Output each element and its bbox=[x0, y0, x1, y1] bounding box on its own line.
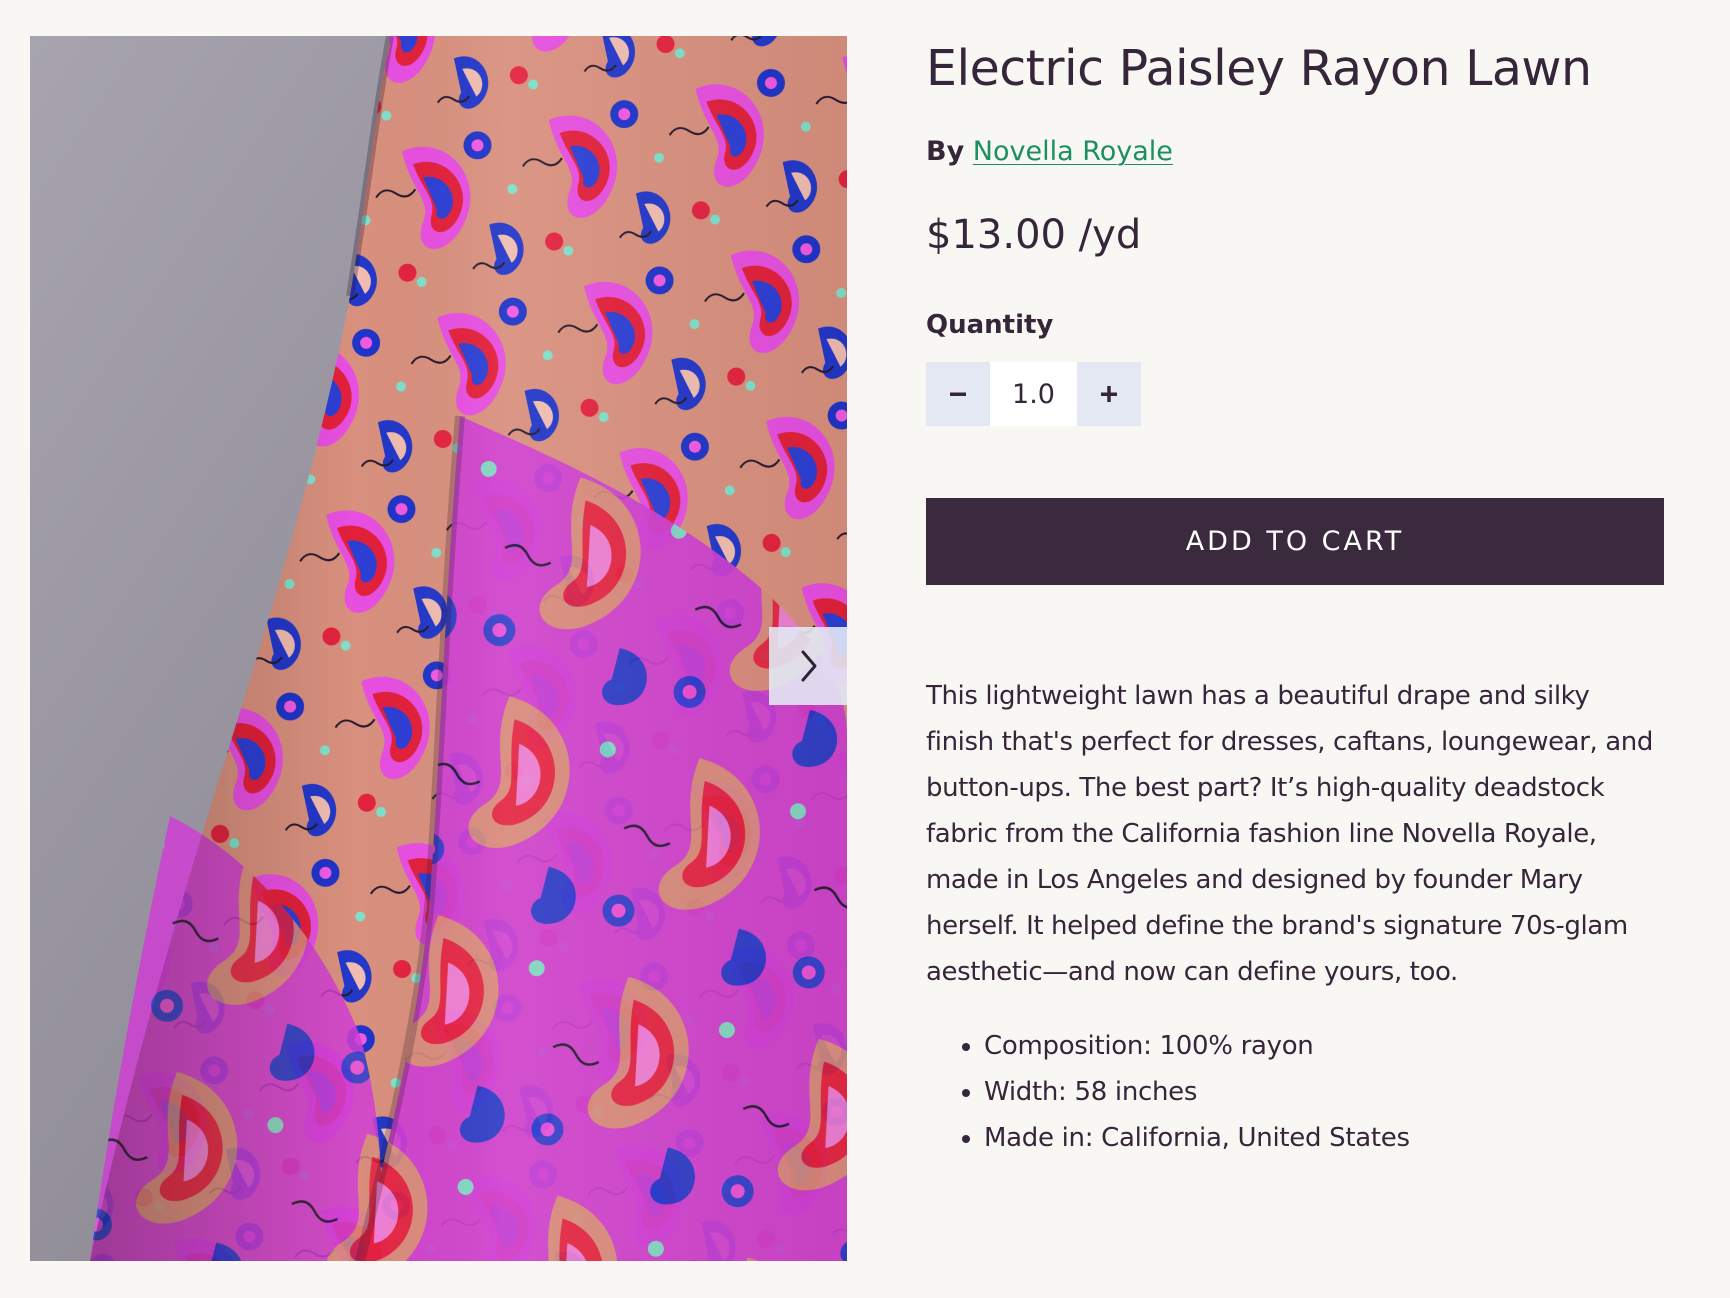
brand-byline: By Novella Royale bbox=[926, 134, 1664, 170]
product-price: $13.00 /yd bbox=[926, 212, 1142, 258]
increase-quantity-button[interactable] bbox=[1077, 362, 1141, 426]
product-title: Electric Paisley Rayon Lawn bbox=[926, 40, 1592, 97]
spec-composition: Composition: 100% rayon bbox=[984, 1023, 1664, 1069]
spec-width: Width: 58 inches bbox=[984, 1069, 1664, 1115]
product-image bbox=[30, 36, 847, 1261]
product-image-gallery bbox=[30, 36, 847, 1261]
quantity-label: Quantity bbox=[926, 310, 1054, 340]
next-image-button[interactable] bbox=[769, 627, 847, 705]
plus-icon bbox=[1101, 386, 1117, 402]
product-info: Electric Paisley Rayon Lawn By Novella R… bbox=[926, 34, 1664, 1161]
quantity-input[interactable] bbox=[990, 362, 1077, 426]
brand-link[interactable]: Novella Royale bbox=[973, 136, 1173, 167]
minus-icon bbox=[950, 392, 966, 396]
decrease-quantity-button[interactable] bbox=[926, 362, 990, 426]
product-description: This lightweight lawn has a beautiful dr… bbox=[926, 681, 1653, 987]
product-specs-list: Composition: 100% rayon Width: 58 inches… bbox=[926, 1023, 1664, 1161]
add-to-cart-button[interactable]: ADD TO CART bbox=[926, 498, 1664, 585]
by-label: By bbox=[926, 136, 965, 167]
chevron-right-icon bbox=[801, 650, 817, 682]
spec-origin: Made in: California, United States bbox=[984, 1115, 1664, 1161]
quantity-stepper bbox=[926, 362, 1141, 426]
